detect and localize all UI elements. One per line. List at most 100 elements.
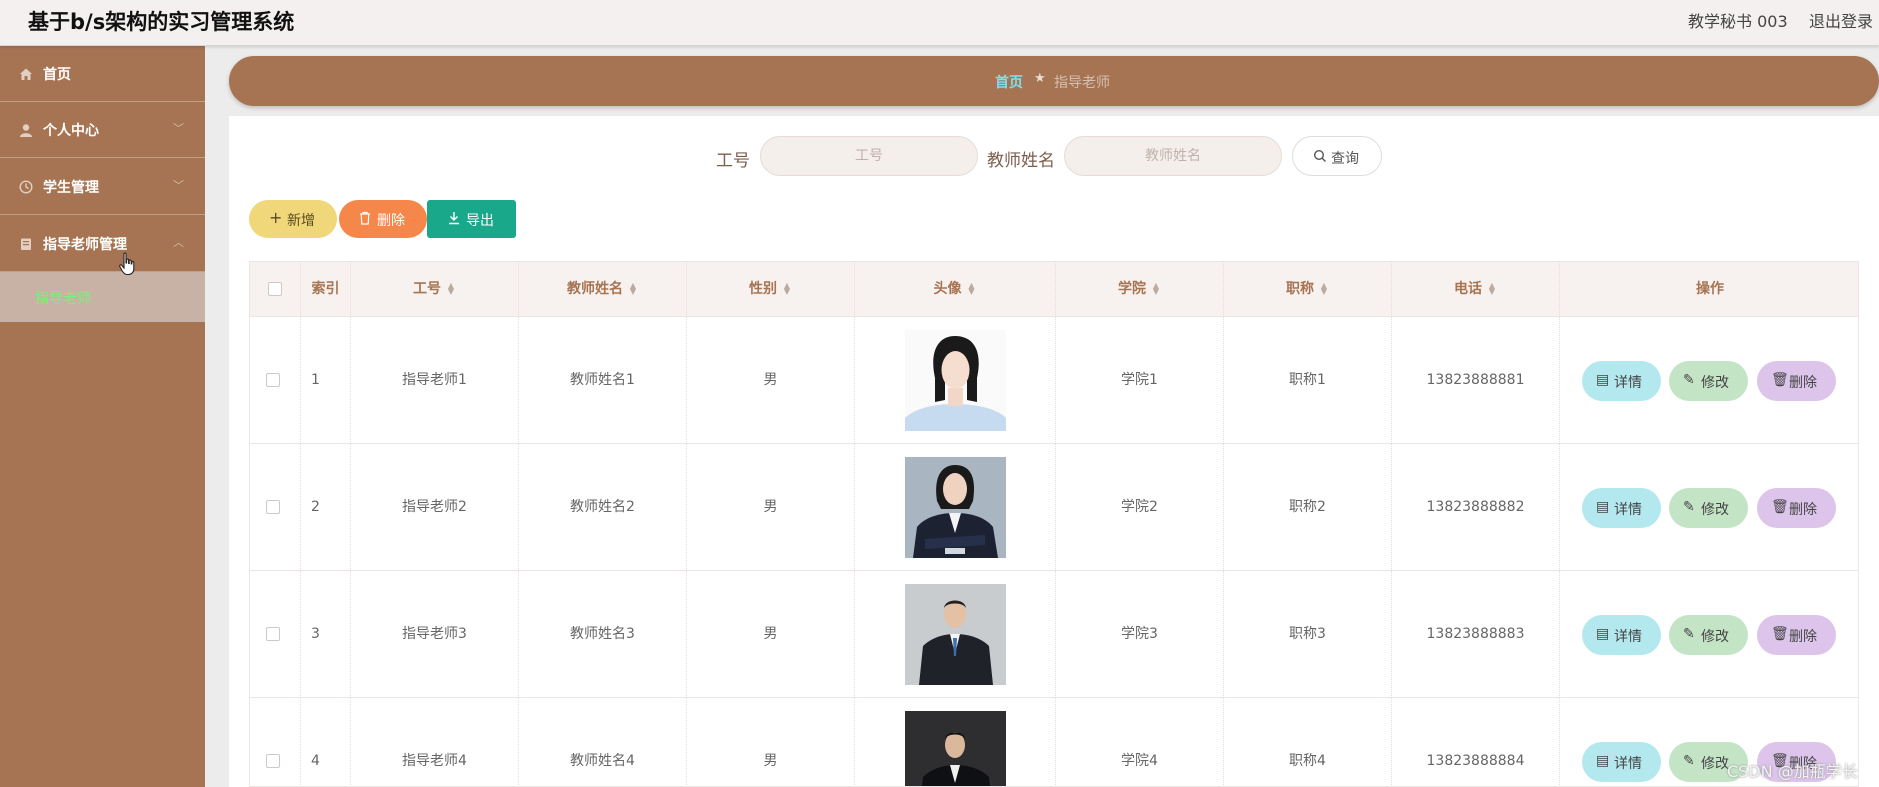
- avatar[interactable]: [905, 711, 1006, 787]
- cell-index: 1: [301, 317, 351, 444]
- sort-icon[interactable]: ▲ ▼: [782, 282, 792, 296]
- detail-icon: ▤: [1596, 372, 1610, 388]
- sidebar-item-advisors[interactable]: 指导老师管理 ︿: [0, 216, 205, 272]
- table-row: 3 指导老师3 教师姓名3 男 学院3 职称3 13823888883 ▤ 详情 …: [250, 571, 1858, 698]
- table-row: 4 指导老师4 教师姓名4 男 学院4 职称4 13823888884 ▤ 详情 …: [250, 698, 1858, 787]
- row-select-cell: [250, 698, 301, 786]
- row-select-cell: [250, 571, 301, 698]
- sort-icon[interactable]: ▲ ▼: [1151, 282, 1161, 296]
- advisor-table: 索引 工号 ▲ ▼ 教师姓名 ▲ ▼ 性别 ▲ ▼ 头像 ▲ ▼ 学院 ▲ ▼ 职称 ▲ ▼ 电话 ▲ ▼ …: [249, 261, 1859, 787]
- cell-index: 3: [301, 571, 351, 698]
- export-button[interactable]: 导出: [427, 200, 516, 238]
- detail-button[interactable]: ▤ 详情: [1582, 361, 1661, 401]
- row-checkbox[interactable]: [266, 627, 280, 641]
- avatar[interactable]: [905, 330, 1006, 431]
- plus-icon: +: [269, 208, 283, 227]
- add-button[interactable]: + 新增: [249, 200, 337, 238]
- detail-icon: ▤: [1596, 499, 1610, 515]
- edit-button[interactable]: ✎ 修改: [1669, 488, 1748, 528]
- row-delete-button[interactable]: 🗑 删除: [1757, 615, 1836, 655]
- detail-button[interactable]: ▤ 详情: [1582, 615, 1661, 655]
- breadcrumb-home[interactable]: 首页: [995, 72, 1023, 92]
- cell-index: 2: [301, 444, 351, 571]
- cell-phone: 13823888881: [1392, 317, 1560, 444]
- sort-icon[interactable]: ▲ ▼: [1319, 282, 1329, 296]
- edit-icon: ✎: [1683, 372, 1695, 388]
- select-all-checkbox[interactable]: [268, 282, 282, 296]
- sort-icon[interactable]: ▲ ▼: [1487, 282, 1497, 296]
- chevron-down-icon: ﹀: [173, 179, 184, 192]
- cell-phone: 13823888882: [1392, 444, 1560, 571]
- sidebar-item-profile[interactable]: 个人中心 ﹀: [0, 102, 205, 158]
- logout-link[interactable]: 退出登录: [1809, 8, 1873, 32]
- cell-teacher-name: 教师姓名4: [519, 698, 687, 786]
- sidebar-subitem-advisor[interactable]: 指导老师: [0, 272, 205, 322]
- sidebar-item-students[interactable]: 学生管理 ﹀: [0, 159, 205, 215]
- edit-icon: ✎: [1683, 753, 1695, 769]
- trash-icon: 🗑: [1771, 499, 1789, 515]
- cell-job-no: 指导老师1: [351, 317, 519, 444]
- sidebar-item-label: 学生管理: [43, 180, 99, 196]
- hand-cursor-icon: [119, 252, 135, 276]
- delete-button[interactable]: 删除: [339, 200, 427, 238]
- detail-button[interactable]: ▤ 详情: [1582, 488, 1661, 528]
- row-checkbox[interactable]: [266, 500, 280, 514]
- edit-button[interactable]: ✎ 修改: [1669, 615, 1748, 655]
- row-checkbox[interactable]: [266, 373, 280, 387]
- export-button-label: 导出: [466, 213, 494, 229]
- trash-icon: 🗑: [1771, 626, 1789, 642]
- row-select-cell: [250, 444, 301, 571]
- cell-teacher-name: 教师姓名3: [519, 571, 687, 698]
- sort-icon[interactable]: ▲ ▼: [628, 282, 638, 296]
- detail-button[interactable]: ▤ 详情: [1582, 742, 1661, 782]
- home-icon: [18, 67, 33, 82]
- breadcrumb: 首页 ★ 指导老师: [229, 56, 1879, 106]
- current-user: 教学秘书 003: [1688, 12, 1788, 31]
- sidebar-item-label: 首页: [43, 67, 71, 83]
- avatar[interactable]: [905, 584, 1006, 685]
- row-select-cell: [250, 317, 301, 444]
- row-delete-button[interactable]: 🗑 删除: [1757, 488, 1836, 528]
- query-button-label: 查询: [1331, 151, 1359, 167]
- sort-icon[interactable]: ▲ ▼: [446, 282, 456, 296]
- table-row: 1 指导老师1 教师姓名1 男 学院1 职称1 13823888881 ▤ 详情 …: [250, 317, 1858, 444]
- chevron-down-icon: ﹀: [173, 122, 184, 135]
- cell-gender: 男: [687, 444, 855, 571]
- col-phone[interactable]: 电话 ▲ ▼: [1392, 262, 1560, 317]
- cell-college: 学院2: [1056, 444, 1224, 571]
- col-avatar[interactable]: 头像 ▲ ▼: [855, 262, 1056, 317]
- table-row: 2 指导老师2 教师姓名2 男 学院2 职称2 13823888882 ▤ 详情 …: [250, 444, 1858, 571]
- cell-title: 职称3: [1224, 571, 1392, 698]
- download-icon: [448, 211, 460, 229]
- sidebar: 首页 个人中心 ﹀ 学生管理 ﹀ 指导老师管理 ︿ 指导老师: [0, 46, 205, 787]
- clock-icon: [18, 180, 33, 195]
- cell-job-no: 指导老师3: [351, 571, 519, 698]
- sidebar-item-home[interactable]: 首页: [0, 46, 205, 102]
- cell-gender: 男: [687, 571, 855, 698]
- col-teacher-name[interactable]: 教师姓名 ▲ ▼: [519, 262, 687, 317]
- cell-phone: 13823888884: [1392, 698, 1560, 786]
- col-college[interactable]: 学院 ▲ ▼: [1056, 262, 1224, 317]
- cell-gender: 男: [687, 317, 855, 444]
- job-no-input[interactable]: [760, 136, 978, 176]
- detail-icon: ▤: [1596, 626, 1610, 642]
- teacher-name-label: 教师姓名: [987, 151, 1055, 171]
- edit-button[interactable]: ✎ 修改: [1669, 361, 1748, 401]
- row-delete-button[interactable]: 🗑 删除: [1757, 361, 1836, 401]
- col-actions: 操作: [1696, 281, 1724, 297]
- col-gender[interactable]: 性别 ▲ ▼: [687, 262, 855, 317]
- top-header: 基于b/s架构的实习管理系统 教学秘书 003 退出登录: [0, 0, 1879, 46]
- col-job-no[interactable]: 工号 ▲ ▼: [351, 262, 519, 317]
- teacher-name-input[interactable]: [1064, 136, 1282, 176]
- cell-title: 职称4: [1224, 698, 1392, 786]
- cell-index: 4: [301, 698, 351, 786]
- sort-icon[interactable]: ▲ ▼: [967, 282, 977, 296]
- col-title[interactable]: 职称 ▲ ▼: [1224, 262, 1392, 317]
- watermark: CSDN @加瓶学长: [1727, 762, 1858, 781]
- cell-phone: 13823888883: [1392, 571, 1560, 698]
- cell-gender: 男: [687, 698, 855, 786]
- avatar[interactable]: [905, 457, 1006, 558]
- cell-teacher-name: 教师姓名2: [519, 444, 687, 571]
- row-checkbox[interactable]: [266, 754, 280, 768]
- query-button[interactable]: 查询: [1292, 136, 1382, 176]
